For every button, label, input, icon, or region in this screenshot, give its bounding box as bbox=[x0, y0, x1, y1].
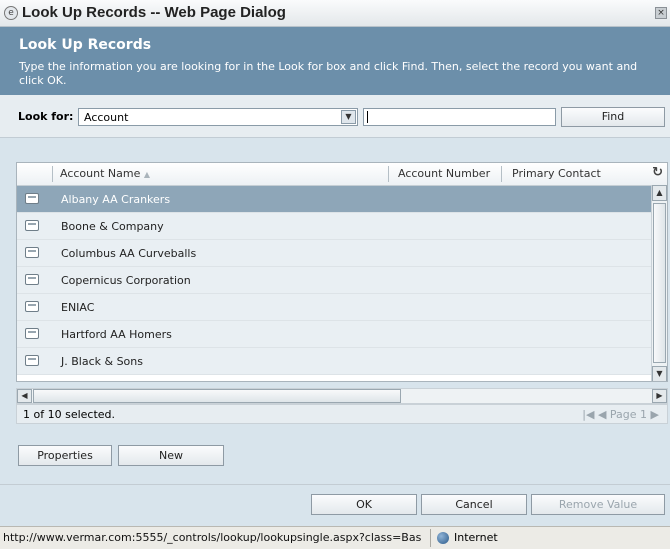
column-separator bbox=[52, 166, 53, 182]
row-account-name: ENIAC bbox=[61, 301, 95, 314]
dialog-title: Look Up Records -- Web Page Dialog bbox=[22, 4, 286, 21]
column-account-name[interactable]: Account Name ▲ bbox=[60, 167, 150, 180]
status-divider bbox=[430, 529, 431, 547]
column-separator[interactable] bbox=[501, 166, 502, 182]
row-account-name: Boone & Company bbox=[61, 220, 164, 233]
table-row[interactable]: Boone & Company bbox=[17, 213, 651, 240]
row-account-name: Copernicus Corporation bbox=[61, 274, 191, 287]
table-row[interactable]: Hartford AA Homers bbox=[17, 321, 651, 348]
scroll-right-icon[interactable]: ▶ bbox=[652, 389, 667, 403]
security-zone-label: Internet bbox=[454, 531, 498, 544]
scroll-left-icon[interactable]: ◀ bbox=[17, 389, 32, 403]
account-record-icon bbox=[25, 355, 39, 366]
column-primary-contact[interactable]: Primary Contact bbox=[512, 167, 601, 180]
new-button[interactable]: New bbox=[118, 445, 224, 466]
account-record-icon bbox=[25, 274, 39, 285]
row-account-name: Columbus AA Curveballs bbox=[61, 247, 197, 260]
search-input[interactable] bbox=[363, 108, 556, 126]
row-account-name: Hartford AA Homers bbox=[61, 328, 172, 341]
table-row[interactable]: ENIAC bbox=[17, 294, 651, 321]
find-button[interactable]: Find bbox=[561, 107, 665, 127]
remove-value-button[interactable]: Remove Value bbox=[531, 494, 665, 515]
selection-count: 1 of 10 selected. bbox=[23, 408, 116, 421]
internet-zone-icon bbox=[437, 532, 449, 544]
pager: |◀ ◀ Page 1 ▶ bbox=[582, 408, 659, 421]
horizontal-scroll-thumb[interactable] bbox=[33, 389, 401, 403]
results-grid: Account Name ▲ Account Number Primary Co… bbox=[16, 162, 668, 382]
grid-rows: Albany AA Crankers Boone & Company Colum… bbox=[17, 186, 651, 375]
table-row[interactable]: Columbus AA Curveballs bbox=[17, 240, 651, 267]
table-row[interactable]: Albany AA Crankers bbox=[17, 186, 651, 213]
row-account-name: J. Black & Sons bbox=[61, 355, 143, 368]
entity-select[interactable]: Account ▼ bbox=[78, 108, 358, 126]
look-for-label: Look for: bbox=[18, 110, 74, 123]
search-bar: Look for: Account ▼ Find bbox=[0, 95, 670, 138]
column-separator[interactable] bbox=[388, 166, 389, 182]
ie-page-icon: e bbox=[4, 6, 18, 20]
refresh-icon[interactable]: ↻ bbox=[652, 165, 663, 180]
column-account-number[interactable]: Account Number bbox=[398, 167, 490, 180]
scroll-up-icon[interactable]: ▲ bbox=[652, 185, 667, 201]
grid-status-bar: 1 of 10 selected. |◀ ◀ Page 1 ▶ bbox=[16, 404, 668, 424]
header-description: Type the information you are looking for… bbox=[19, 60, 638, 87]
close-icon[interactable]: × bbox=[655, 7, 667, 19]
account-record-icon bbox=[25, 301, 39, 312]
footer-divider bbox=[0, 484, 670, 485]
cancel-button[interactable]: Cancel bbox=[421, 494, 527, 515]
chevron-down-icon[interactable]: ▼ bbox=[341, 110, 356, 124]
grid-header: Account Name ▲ Account Number Primary Co… bbox=[17, 163, 667, 186]
vertical-scroll-thumb[interactable] bbox=[653, 203, 666, 363]
header-title: Look Up Records bbox=[19, 37, 152, 53]
sort-ascending-icon: ▲ bbox=[143, 170, 151, 179]
vertical-scrollbar[interactable]: ▲ ▼ bbox=[651, 185, 667, 381]
dialog-header: Look Up Records Type the information you… bbox=[0, 27, 670, 95]
browser-status-bar: http://www.vermar.com:5555/_controls/loo… bbox=[0, 526, 670, 549]
account-record-icon bbox=[25, 193, 39, 204]
text-caret bbox=[367, 111, 368, 123]
row-account-name: Albany AA Crankers bbox=[61, 193, 171, 206]
entity-select-value: Account bbox=[84, 111, 129, 124]
dialog-titlebar: e Look Up Records -- Web Page Dialog × bbox=[0, 0, 670, 27]
account-record-icon bbox=[25, 247, 39, 258]
table-row[interactable]: J. Black & Sons bbox=[17, 348, 651, 375]
properties-button[interactable]: Properties bbox=[18, 445, 112, 466]
account-record-icon bbox=[25, 328, 39, 339]
table-row[interactable]: Copernicus Corporation bbox=[17, 267, 651, 294]
status-url: http://www.vermar.com:5555/_controls/loo… bbox=[3, 531, 422, 544]
horizontal-scrollbar[interactable]: ◀ ▶ bbox=[16, 388, 668, 404]
scroll-down-icon[interactable]: ▼ bbox=[652, 366, 667, 381]
ok-button[interactable]: OK bbox=[311, 494, 417, 515]
account-record-icon bbox=[25, 220, 39, 231]
